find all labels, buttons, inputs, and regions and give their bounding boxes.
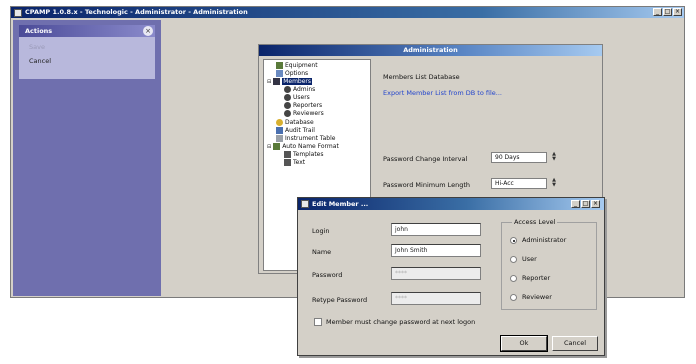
radio-icon[interactable]: [510, 275, 517, 282]
access-level-group: Access Level Administrator User Reporter…: [501, 218, 597, 310]
edit-member-title-bar[interactable]: Edit Member ... _ □ ×: [298, 198, 604, 210]
must-change-password-checkbox[interactable]: [314, 318, 322, 326]
tree-item-text[interactable]: Text: [284, 159, 305, 166]
tree-item-reporters[interactable]: Reporters: [284, 102, 322, 109]
action-cancel[interactable]: Cancel: [29, 57, 51, 65]
password-interval-input[interactable]: 90 Days: [491, 152, 547, 163]
cancel-button[interactable]: Cancel: [552, 336, 598, 351]
tree-item-audit-trail[interactable]: Audit Trail: [276, 127, 315, 134]
tree-item-options[interactable]: Options: [276, 70, 308, 77]
person-icon: [284, 94, 291, 101]
name-label: Name: [312, 248, 332, 256]
radio-label: User: [522, 255, 537, 263]
minimize-button[interactable]: _: [653, 8, 662, 16]
retype-password-label: Retype Password: [312, 296, 368, 304]
expand-icon[interactable]: ⊟: [267, 144, 271, 150]
main-title-bar[interactable]: CPAMP 1.0.8.x - Technologic - Administra…: [11, 7, 684, 18]
maximize-button[interactable]: □: [581, 200, 590, 208]
template-icon: [284, 159, 291, 166]
tree-item-users[interactable]: Users: [284, 94, 310, 101]
password-field[interactable]: ****: [391, 267, 481, 280]
options-icon: [276, 70, 283, 77]
app-icon: [14, 9, 22, 17]
administration-title: Administration: [259, 45, 602, 56]
person-icon: [284, 102, 291, 109]
radio-label: Administrator: [522, 236, 567, 244]
ok-button[interactable]: Ok: [500, 335, 548, 352]
spin-arrows-icon[interactable]: ▲ ▼: [551, 178, 557, 189]
edit-member-dialog: Edit Member ... _ □ × Login john Name Jo…: [297, 197, 605, 356]
section-title: Members List Database: [383, 73, 460, 81]
person-icon: [284, 86, 291, 93]
radio-label: Reviewer: [522, 293, 552, 301]
tree-item-admins[interactable]: Admins: [284, 86, 315, 93]
edit-member-title: Edit Member ...: [312, 200, 369, 208]
actions-panel-body: Save Cancel: [19, 37, 155, 79]
window-title: CPAMP 1.0.8.x - Technologic - Administra…: [25, 8, 248, 16]
collapse-icon[interactable]: ×: [143, 26, 153, 36]
spin-arrows-icon[interactable]: ▲ ▼: [551, 152, 557, 163]
tree-item-reviewers[interactable]: Reviewers: [284, 110, 324, 117]
tree-item-database[interactable]: Database: [276, 119, 314, 126]
name-field[interactable]: John Smith: [391, 244, 481, 257]
radio-icon[interactable]: [510, 294, 517, 301]
must-change-password-label: Member must change password at next logo…: [326, 318, 476, 326]
tree-item-members[interactable]: ⊟ Members: [267, 78, 313, 86]
app-icon: [301, 200, 309, 208]
database-icon: [276, 119, 283, 126]
actions-panel-header: Actions ×: [19, 25, 155, 37]
close-button[interactable]: ×: [591, 200, 600, 208]
access-level-legend: Access Level: [512, 218, 558, 226]
login-label: Login: [312, 227, 330, 235]
radio-label: Reporter: [522, 274, 551, 282]
actions-panel: Actions × Save Cancel: [13, 20, 161, 296]
members-icon: [273, 78, 281, 85]
radio-selected-icon[interactable]: [510, 237, 517, 244]
close-button[interactable]: ×: [673, 8, 682, 16]
person-icon: [284, 110, 291, 117]
password-interval-label: Password Change Interval: [383, 155, 468, 163]
audit-icon: [276, 127, 283, 134]
export-link[interactable]: Export Member List from DB to file...: [383, 89, 502, 97]
tree-item-instrument-table[interactable]: Instrument Table: [276, 135, 335, 142]
equipment-icon: [276, 62, 283, 69]
retype-password-field[interactable]: ****: [391, 292, 481, 305]
password-label: Password: [312, 271, 343, 279]
maximize-button[interactable]: □: [663, 8, 672, 16]
template-icon: [284, 151, 291, 158]
actions-panel-title: Actions: [25, 27, 53, 35]
table-icon: [276, 135, 283, 142]
login-field[interactable]: john: [391, 223, 481, 236]
tree-item-auto-name-format[interactable]: ⊟ Auto Name Format: [267, 143, 339, 151]
action-save[interactable]: Save: [29, 43, 45, 51]
expand-icon[interactable]: ⊟: [267, 79, 271, 85]
radio-icon[interactable]: [510, 256, 517, 263]
password-min-length-input[interactable]: Hi-Acc: [491, 178, 547, 189]
tree-item-equipment[interactable]: Equipment: [276, 62, 318, 69]
password-min-length-label: Password Minimum Length: [383, 181, 471, 189]
tree-item-templates[interactable]: Templates: [284, 151, 324, 158]
format-icon: [273, 143, 281, 150]
minimize-button[interactable]: _: [571, 200, 580, 208]
